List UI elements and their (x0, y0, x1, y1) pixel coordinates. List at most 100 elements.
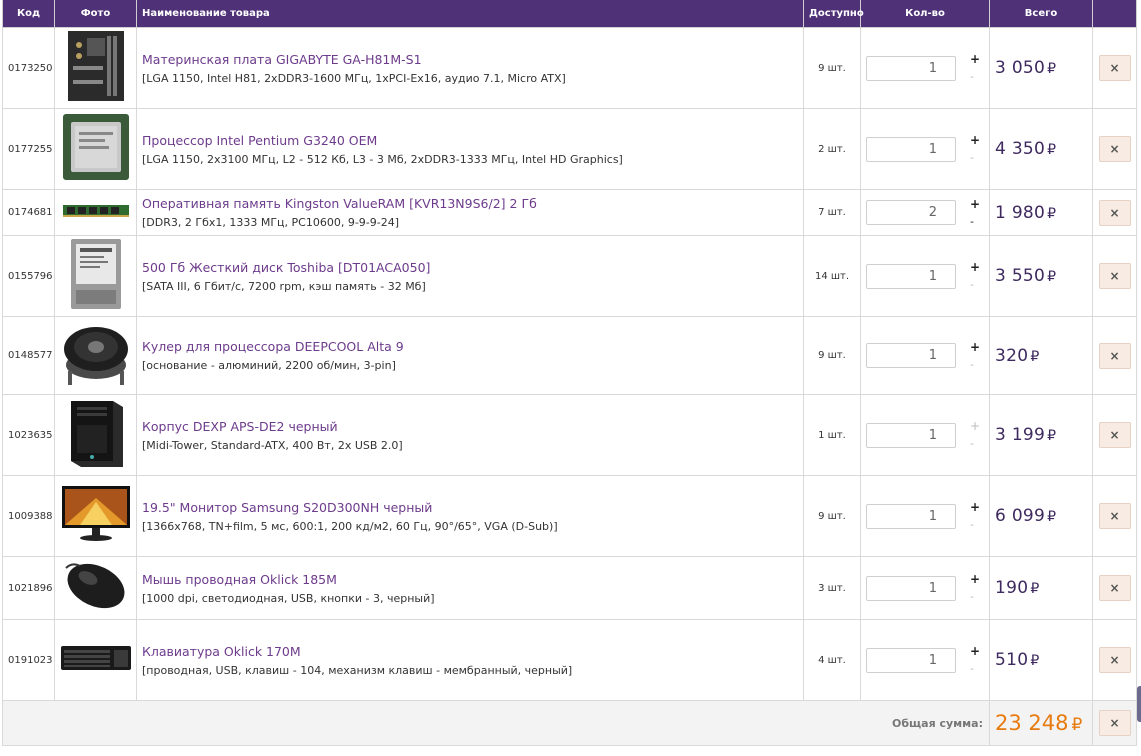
item-delete-cell: × (1092, 556, 1137, 620)
qty-decrease-button[interactable]: - (970, 663, 980, 675)
cart-row: 1023635 Корпус DEXP APS-DE2 черный [Midi… (2, 394, 1137, 476)
ruble-icon: ₽ (1071, 715, 1083, 735)
item-spec: [1366x768, TN+film, 5 мс, 600:1, 200 кд/… (142, 519, 558, 533)
item-qty-cell: + - (860, 394, 990, 476)
qty-increase-button[interactable]: + (970, 645, 980, 658)
remove-item-button[interactable]: × (1098, 503, 1131, 529)
qty-decrease-button[interactable]: - (970, 216, 980, 228)
cart-row: 0174681 Оперативная память Kingston Valu… (2, 189, 1137, 236)
item-title-link[interactable]: Мышь проводная Oklick 185M (142, 572, 803, 587)
keyboard-image[interactable] (60, 644, 132, 672)
quantity-input[interactable] (866, 343, 956, 368)
qty-decrease-button[interactable]: - (970, 438, 980, 450)
qty-increase-button[interactable]: + (970, 341, 980, 354)
hdd-image[interactable] (70, 238, 122, 310)
quantity-input[interactable] (866, 263, 956, 289)
item-title-link[interactable]: Корпус DEXP APS-DE2 черный (142, 419, 803, 434)
item-title-link[interactable]: 19.5" Монитор Samsung S20D300NH черный (142, 500, 803, 515)
pc-case-image[interactable] (65, 397, 127, 469)
item-qty-cell: + - (860, 27, 990, 109)
mouse-image[interactable] (62, 558, 130, 614)
qty-decrease-button[interactable]: - (970, 71, 980, 83)
ruble-icon: ₽ (1047, 61, 1057, 77)
header-qty: Кол-во (860, 0, 990, 28)
quantity-input[interactable] (866, 422, 956, 448)
quantity-input[interactable] (866, 503, 956, 529)
remove-item-button[interactable]: × (1098, 199, 1131, 226)
quantity-input[interactable] (866, 136, 956, 162)
item-code: 1009388 (2, 475, 55, 557)
remove-item-button[interactable]: × (1098, 342, 1131, 369)
item-name-cell: Материнская плата GIGABYTE GA-H81M-S1 [L… (136, 27, 804, 109)
cooler-image[interactable] (60, 319, 132, 389)
item-photo[interactable] (54, 475, 137, 557)
quantity-input[interactable] (866, 55, 956, 81)
item-title-link[interactable]: Материнская плата GIGABYTE GA-H81M-S1 (142, 52, 803, 67)
item-total-amount: 1 980 (995, 202, 1046, 223)
item-photo[interactable] (54, 235, 137, 317)
item-title-link[interactable]: Кулер для процессора DEEPCOOL Alta 9 (142, 339, 803, 354)
cpu-image[interactable] (61, 112, 131, 182)
item-title-link[interactable]: Оперативная память Kingston ValueRAM [KV… (142, 196, 803, 211)
item-total: 320 ₽ (989, 316, 1093, 395)
remove-item-button[interactable]: × (1098, 136, 1131, 162)
quantity-input[interactable] (866, 200, 956, 225)
qty-increase-button[interactable]: + (970, 198, 980, 211)
item-code: 1023635 (2, 394, 55, 476)
remove-item-button[interactable]: × (1098, 55, 1131, 81)
cart-row: 0155796 500 Гб Жесткий диск Toshiba [DT0… (2, 235, 1137, 317)
qty-decrease-button[interactable]: - (970, 359, 980, 371)
qty-increase-button[interactable]: + (970, 53, 980, 66)
qty-increase-button[interactable]: + (970, 501, 980, 514)
item-photo[interactable] (54, 556, 137, 620)
item-total-amount: 510 (995, 650, 1029, 670)
cart-row: 0191023 Клавиатура Oklick 170M [проводна… (2, 619, 1137, 701)
remove-item-button[interactable]: × (1098, 575, 1131, 601)
summary-row: Общая сумма: 23 248 ₽ × (2, 700, 1137, 746)
item-spec: [основание - алюминий, 2200 об/мин, 3-pi… (142, 359, 396, 372)
item-photo[interactable] (54, 27, 137, 109)
item-availability: 4 шт. (803, 619, 861, 701)
item-qty-cell: + - (860, 619, 990, 701)
item-photo[interactable] (54, 619, 137, 701)
motherboard-image[interactable] (67, 30, 125, 102)
item-title-link[interactable]: 500 Гб Жесткий диск Toshiba [DT01ACA050] (142, 260, 803, 275)
cart-row: 0173250 Материнская плата GIGABYTE GA-H8… (2, 27, 1137, 109)
item-photo[interactable] (54, 108, 137, 190)
side-scroll-handle[interactable] (1137, 686, 1141, 722)
item-title-link[interactable]: Процессор Intel Pentium G3240 OEM (142, 133, 803, 148)
ruble-icon: ₽ (1047, 269, 1057, 285)
item-availability: 1 шт. (803, 394, 861, 476)
quantity-input[interactable] (866, 647, 956, 673)
ram-image[interactable] (62, 203, 130, 219)
total-label: Общая сумма: (2, 700, 990, 746)
clear-cart-button[interactable]: × (1098, 710, 1131, 736)
qty-decrease-button[interactable]: - (970, 519, 980, 531)
cart-row: 0148577 Кулер для процессора DEEPCOOL Al… (2, 316, 1137, 395)
ruble-icon: ₽ (1047, 509, 1057, 525)
remove-item-button[interactable]: × (1098, 263, 1131, 289)
monitor-image[interactable] (60, 484, 132, 544)
quantity-input[interactable] (866, 575, 956, 601)
qty-increase-button[interactable]: + (970, 261, 980, 274)
qty-increase-button[interactable]: + (970, 134, 980, 147)
qty-increase-button[interactable]: + (970, 420, 980, 433)
item-code: 0155796 (2, 235, 55, 317)
item-total-amount: 3 550 (995, 266, 1046, 286)
item-availability: 3 шт. (803, 556, 861, 620)
ruble-icon: ₽ (1030, 653, 1040, 669)
item-title-link[interactable]: Клавиатура Oklick 170M (142, 644, 803, 659)
qty-decrease-button[interactable]: - (970, 591, 980, 603)
remove-item-button[interactable]: × (1098, 422, 1131, 448)
qty-decrease-button[interactable]: - (970, 279, 980, 291)
remove-item-button[interactable]: × (1098, 647, 1131, 673)
qty-increase-button[interactable]: + (970, 573, 980, 586)
item-availability: 9 шт. (803, 27, 861, 109)
item-code: 0177255 (2, 108, 55, 190)
qty-decrease-button[interactable]: - (970, 152, 980, 164)
item-photo[interactable] (54, 394, 137, 476)
item-photo[interactable] (54, 189, 137, 236)
item-name-cell: 500 Гб Жесткий диск Toshiba [DT01ACA050]… (136, 235, 804, 317)
item-photo[interactable] (54, 316, 137, 395)
item-spec: [DDR3, 2 Гбх1, 1333 МГц, PC10600, 9-9-9-… (142, 216, 400, 229)
